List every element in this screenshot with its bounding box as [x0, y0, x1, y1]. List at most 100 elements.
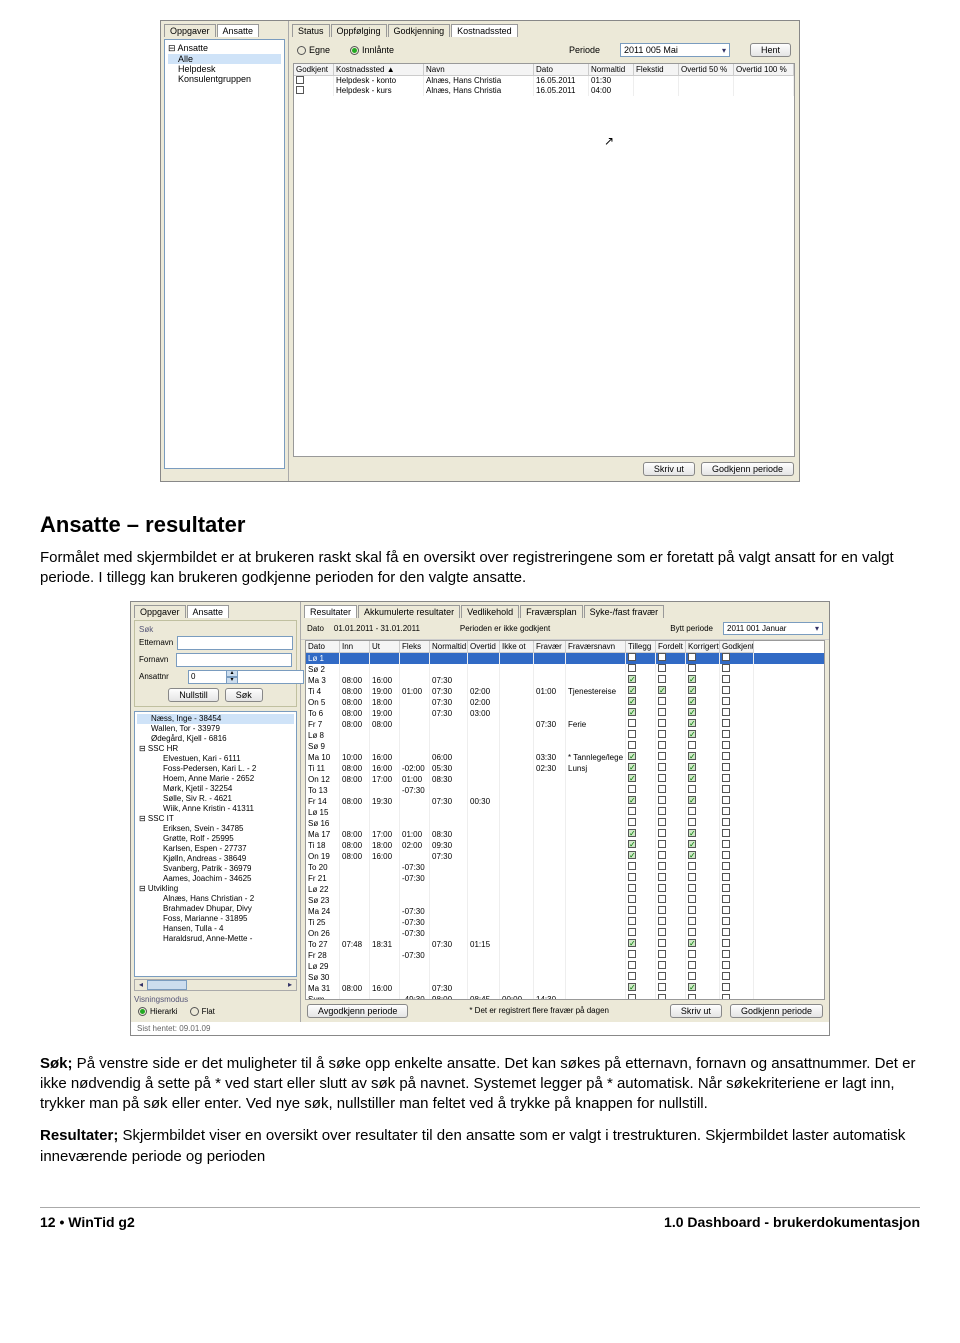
checkbox-icon[interactable]: [722, 840, 730, 848]
checkbox-icon[interactable]: [658, 961, 666, 969]
table-row[interactable]: On 1908:0016:0007:30: [306, 851, 824, 862]
tree-item[interactable]: Brahmadev Dhupar, Divy: [137, 904, 294, 914]
checkbox-icon[interactable]: [658, 697, 666, 705]
checkbox-icon[interactable]: [628, 862, 636, 870]
checkbox-icon[interactable]: [722, 884, 730, 892]
table-row[interactable]: Sø 16: [306, 818, 824, 829]
table-row[interactable]: Ti 408:0019:0001:0007:3002:0001:00Tjenes…: [306, 686, 824, 697]
checkbox-icon[interactable]: [688, 708, 696, 716]
checkbox-icon[interactable]: [722, 686, 730, 694]
checkbox-icon[interactable]: [658, 708, 666, 716]
tab-kostnadssted[interactable]: Kostnadssted: [451, 24, 518, 37]
checkbox-icon[interactable]: [658, 950, 666, 958]
checkbox-icon[interactable]: [658, 906, 666, 914]
checkbox-icon[interactable]: [658, 730, 666, 738]
resultater-table[interactable]: DatoInnUtFleksNormaltidOvertidIkke otFra…: [305, 640, 825, 1000]
checkbox-icon[interactable]: [722, 675, 730, 683]
checkbox-icon[interactable]: [628, 917, 636, 925]
checkbox-icon[interactable]: [688, 752, 696, 760]
tree-item[interactable]: Grøtte, Rolf - 25995: [137, 834, 294, 844]
godkjenn-button[interactable]: Godkjenn periode: [730, 1004, 823, 1018]
spinner-icon[interactable]: ▴▾: [226, 670, 238, 684]
table-row[interactable]: Sø 23: [306, 895, 824, 906]
tree-item[interactable]: Haraldsrud, Anne-Mette -: [137, 934, 294, 944]
checkbox-icon[interactable]: [688, 950, 696, 958]
table-row[interactable]: Ma 24-07:30: [306, 906, 824, 917]
table-row[interactable]: Lø 1: [306, 653, 824, 664]
checkbox-icon[interactable]: [688, 873, 696, 881]
tree-root[interactable]: Ansatte: [178, 43, 209, 53]
tab-oppgaver[interactable]: Oppgaver: [164, 24, 216, 37]
tree-item[interactable]: ⊟ SSC IT: [137, 814, 294, 824]
checkbox-icon[interactable]: [628, 851, 636, 859]
tree-node-helpdesk[interactable]: Helpdesk: [168, 64, 281, 74]
checkbox-icon[interactable]: [628, 653, 636, 661]
employee-tree[interactable]: Næss, Inge - 38454Wallen, Tor - 33979Øde…: [134, 711, 297, 977]
checkbox-icon[interactable]: [658, 895, 666, 903]
employee-tree[interactable]: ⊟ Ansatte Alle Helpdesk Konsulentgruppen: [164, 39, 285, 469]
table-row[interactable]: Ti 1108:0016:00-02:0005:3002:30Lunsj: [306, 763, 824, 774]
checkbox-icon[interactable]: [688, 884, 696, 892]
checkbox-icon[interactable]: [658, 752, 666, 760]
table-row[interactable]: Sø 2: [306, 664, 824, 675]
table-row[interactable]: Ma 1010:0016:0006:0003:30* Tannlege/lege: [306, 752, 824, 763]
table-row[interactable]: To 20-07:30: [306, 862, 824, 873]
checkbox-icon[interactable]: [628, 873, 636, 881]
table-row[interactable]: On 1208:0017:0001:0008:30: [306, 774, 824, 785]
horizontal-scrollbar[interactable]: ◂▸: [134, 979, 297, 991]
tree-item[interactable]: Mørk, Kjetil - 32254: [137, 784, 294, 794]
tree-item[interactable]: Næss, Inge - 38454: [137, 714, 294, 724]
checkbox-icon[interactable]: [688, 917, 696, 925]
table-row[interactable]: Ti 1808:0018:0002:0009:30: [306, 840, 824, 851]
tree-item[interactable]: Karlsen, Espen - 27737: [137, 844, 294, 854]
checkbox-icon[interactable]: [688, 862, 696, 870]
checkbox-icon[interactable]: [658, 741, 666, 749]
checkbox-icon[interactable]: [628, 664, 636, 672]
periode-dropdown[interactable]: 2011 005 Mai ▾: [620, 43, 730, 57]
checkbox-icon[interactable]: [628, 829, 636, 837]
checkbox-icon[interactable]: [688, 928, 696, 936]
tab-godkjenning[interactable]: Godkjenning: [388, 24, 451, 37]
checkbox-icon[interactable]: [722, 851, 730, 859]
checkbox-icon[interactable]: [658, 774, 666, 782]
checkbox-icon[interactable]: [658, 785, 666, 793]
checkbox-icon[interactable]: [722, 895, 730, 903]
tree-item[interactable]: Svanberg, Patrik - 36979: [137, 864, 294, 874]
checkbox-icon[interactable]: [628, 961, 636, 969]
table-row[interactable]: Ma 3108:0016:0007:30: [306, 983, 824, 994]
checkbox-icon[interactable]: [628, 818, 636, 826]
checkbox-icon[interactable]: [658, 983, 666, 991]
checkbox-icon[interactable]: [688, 763, 696, 771]
table-row[interactable]: Lø 8: [306, 730, 824, 741]
checkbox-icon[interactable]: [722, 950, 730, 958]
checkbox-icon[interactable]: [722, 829, 730, 837]
checkbox-icon[interactable]: [722, 818, 730, 826]
hent-button[interactable]: Hent: [750, 43, 791, 57]
checkbox-icon[interactable]: [688, 796, 696, 804]
tab-ansatte[interactable]: Ansatte: [187, 605, 230, 618]
checkbox-icon[interactable]: [658, 939, 666, 947]
checkbox-icon[interactable]: [688, 675, 696, 683]
checkbox-icon[interactable]: [688, 851, 696, 859]
periode-dropdown[interactable]: 2011 001 Januar ▾: [723, 622, 823, 635]
checkbox-icon[interactable]: [628, 697, 636, 705]
tree-item[interactable]: Foss-Pedersen, Kari L. - 2: [137, 764, 294, 774]
checkbox-icon[interactable]: [658, 873, 666, 881]
checkbox-icon[interactable]: [628, 950, 636, 958]
tree-item[interactable]: Aames, Joachim - 34625: [137, 874, 294, 884]
table-row[interactable]: Lø 22: [306, 884, 824, 895]
checkbox-icon[interactable]: [658, 664, 666, 672]
checkbox-icon[interactable]: [628, 730, 636, 738]
tree-item[interactable]: Eriksen, Svein - 34785: [137, 824, 294, 834]
checkbox-icon[interactable]: [722, 873, 730, 881]
checkbox-icon[interactable]: [628, 884, 636, 892]
table-row[interactable]: Fr 1408:0019:3007:3000:30: [306, 796, 824, 807]
checkbox-icon[interactable]: [722, 917, 730, 925]
tab-syke[interactable]: Syke-/fast fravær: [584, 605, 665, 618]
table-row[interactable]: To 608:0019:0007:3003:00: [306, 708, 824, 719]
checkbox-icon[interactable]: [688, 686, 696, 694]
checkbox-icon[interactable]: [628, 796, 636, 804]
checkbox-icon[interactable]: [722, 697, 730, 705]
checkbox-icon[interactable]: [658, 807, 666, 815]
checkbox-icon[interactable]: [628, 807, 636, 815]
